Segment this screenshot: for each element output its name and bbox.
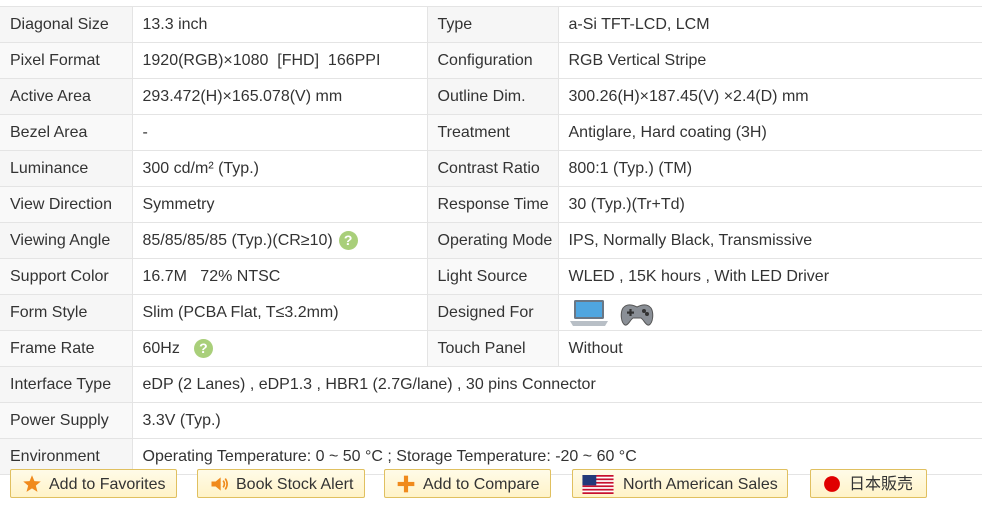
spec-value: 60Hz (142, 340, 180, 357)
spec-value: 16.7M 72% NTSC (131, 258, 427, 295)
spec-row-luminance: Luminance 300 cd/m² (Typ.) Contrast Rati… (0, 150, 982, 187)
spec-value: Slim (PCBA Flat, T≤3.2mm) (131, 294, 427, 331)
spec-value: Symmetry (131, 186, 427, 223)
spec-value: a-Si TFT-LCD, LCM (557, 6, 982, 43)
spec-value: 85/85/85/85 (Typ.)(CR≥10) (142, 232, 333, 249)
spec-value: 1920(RGB)×1080 [FHD] 166PPI (131, 42, 427, 79)
spec-value: WLED , 15K hours , With LED Driver (557, 258, 982, 295)
spec-value: 30 (Typ.)(Tr+Td) (557, 186, 982, 223)
north-american-sales-label: North American Sales (623, 476, 778, 493)
spec-label: Pixel Format (0, 42, 132, 79)
spec-label: Type (426, 6, 558, 43)
spec-label: Configuration (426, 42, 558, 79)
spec-label: Diagonal Size (0, 6, 132, 43)
spec-label: Interface Type (0, 366, 132, 403)
spec-label: Response Time (426, 186, 558, 223)
spec-row-power-supply: Power Supply 3.3V (Typ.) (0, 402, 982, 439)
spec-table: Diagonal Size 13.3 inch Type a-Si TFT-LC… (0, 6, 982, 475)
spec-label: Light Source (426, 258, 558, 295)
spec-label: Luminance (0, 150, 132, 187)
spec-row-support-color: Support Color 16.7M 72% NTSC Light Sourc… (0, 258, 982, 295)
spec-label: Frame Rate (0, 330, 132, 367)
spec-label: Active Area (0, 78, 132, 115)
spec-label: Outline Dim. (426, 78, 558, 115)
spec-value: Without (557, 330, 982, 367)
book-stock-alert-label: Book Stock Alert (236, 476, 354, 493)
spec-row-interface-type: Interface Type eDP (2 Lanes) , eDP1.3 , … (0, 366, 982, 403)
help-icon[interactable]: ? (338, 231, 358, 251)
north-american-sales-button[interactable]: North American Sales (572, 469, 788, 498)
spec-label: View Direction (0, 186, 132, 223)
spec-value: Antiglare, Hard coating (3H) (557, 114, 982, 151)
spec-row-bezel-area: Bezel Area - Treatment Antiglare, Hard c… (0, 114, 982, 151)
spec-row-frame-rate: Frame Rate 60Hz? Touch Panel Without (0, 330, 982, 367)
spec-label: Power Supply (0, 402, 132, 439)
speaker-icon (211, 477, 228, 491)
laptop-icon (569, 299, 608, 326)
add-to-compare-label: Add to Compare (423, 476, 540, 493)
spec-value-link[interactable]: 13.3 inch (131, 6, 427, 43)
help-icon[interactable]: ? (193, 339, 213, 359)
spec-value-cell: 60Hz? (131, 330, 427, 367)
spec-row-active-area: Active Area 293.472(H)×165.078(V) mm Out… (0, 78, 982, 115)
spec-value: RGB Vertical Stripe (557, 42, 982, 79)
spec-label: Bezel Area (0, 114, 132, 151)
spec-value: 293.472(H)×165.078(V) mm (131, 78, 427, 115)
designed-for-icons (557, 294, 982, 331)
gamepad-icon (620, 304, 653, 326)
spec-label: Treatment (426, 114, 558, 151)
japan-flag-icon (824, 476, 840, 492)
spec-value: 800:1 (Typ.) (TM) (557, 150, 982, 187)
spec-row-form-style: Form Style Slim (PCBA Flat, T≤3.2mm) Des… (0, 294, 982, 331)
spec-value: 300 cd/m² (Typ.) (131, 150, 427, 187)
spec-value: - (131, 114, 427, 151)
spec-value-cell: 85/85/85/85 (Typ.)(CR≥10)? (131, 222, 427, 259)
spec-row-viewing-angle: Viewing Angle 85/85/85/85 (Typ.)(CR≥10)?… (0, 222, 982, 259)
add-to-compare-button[interactable]: Add to Compare (384, 469, 551, 498)
spec-label: Support Color (0, 258, 132, 295)
add-to-favorites-button[interactable]: Add to Favorites (10, 469, 177, 498)
plus-icon (397, 475, 415, 493)
spec-label: Touch Panel (426, 330, 558, 367)
spec-row-view-direction: View Direction Symmetry Response Time 30… (0, 186, 982, 223)
spec-label: Operating Mode (426, 222, 558, 259)
book-stock-alert-button[interactable]: Book Stock Alert (197, 469, 365, 498)
spec-label: Viewing Angle (0, 222, 132, 259)
us-flag-icon (582, 475, 614, 494)
spec-row-diagonal-size: Diagonal Size 13.3 inch Type a-Si TFT-LC… (0, 6, 982, 43)
japan-sales-label: 日本販売 (849, 476, 914, 493)
spec-row-pixel-format: Pixel Format 1920(RGB)×1080 [FHD] 166PPI… (0, 42, 982, 79)
spec-label: Designed For (426, 294, 558, 331)
japan-sales-button[interactable]: 日本販売 (810, 469, 927, 498)
spec-value: IPS, Normally Black, Transmissive (557, 222, 982, 259)
spec-value: 300.26(H)×187.45(V) ×2.4(D) mm (557, 78, 982, 115)
spec-value: eDP (2 Lanes) , eDP1.3 , HBR1 (2.7G/lane… (131, 366, 982, 403)
spec-label: Contrast Ratio (426, 150, 558, 187)
spec-value: 3.3V (Typ.) (131, 402, 982, 439)
spec-label: Form Style (0, 294, 132, 331)
star-icon (23, 475, 41, 492)
add-to-favorites-label: Add to Favorites (49, 476, 166, 493)
